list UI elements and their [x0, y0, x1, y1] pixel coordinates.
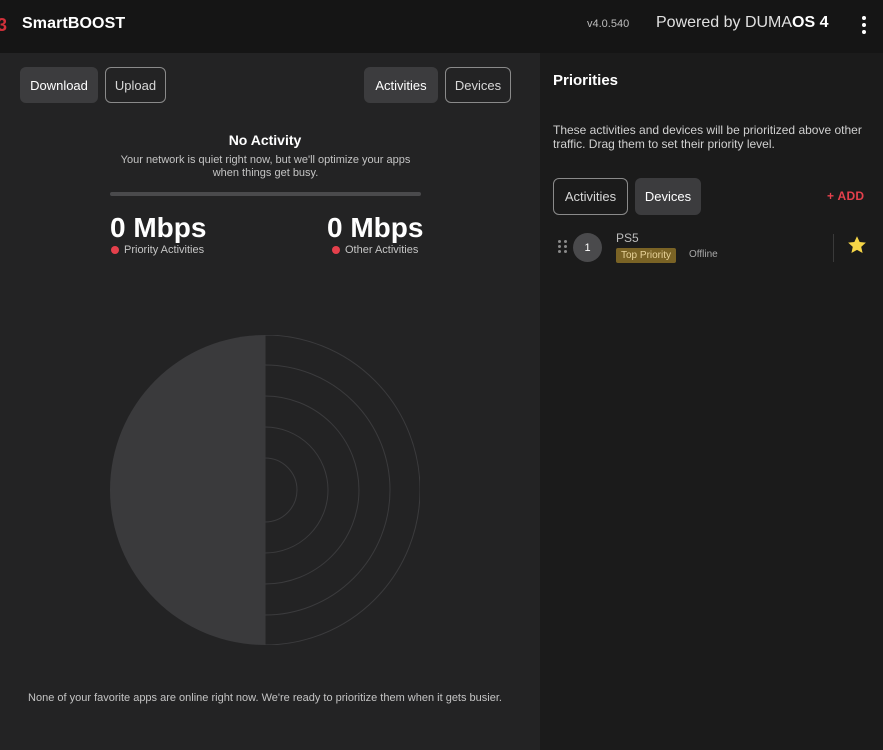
radar-right-half — [264, 335, 420, 645]
activities-view-button[interactable]: Activities — [364, 67, 438, 103]
priorities-panel: Priorities These activities and devices … — [540, 53, 883, 750]
traffic-panel: Download Upload Activities Devices No Ac… — [0, 53, 540, 750]
priorities-description: These activities and devices will be pri… — [553, 123, 862, 151]
priority-legend-label: Priority Activities — [124, 244, 205, 256]
status-title: No Activity — [228, 132, 302, 148]
version-label: v4.0.540 — [587, 18, 630, 30]
download-button[interactable]: Download — [20, 67, 98, 103]
device-status: Offline — [689, 249, 718, 260]
priority-rank-badge: 1 — [573, 233, 602, 262]
priorities-tab-devices[interactable]: Devices — [635, 178, 701, 215]
other-legend-label: Other Activities — [345, 244, 419, 256]
powered-by-prefix: Powered by — [656, 14, 745, 31]
top-priority-badge: Top Priority — [616, 248, 677, 263]
status-description: Your network is quiet right now, but we'… — [120, 154, 411, 179]
kebab-menu-icon[interactable] — [856, 14, 872, 36]
drag-handle-icon[interactable] — [558, 240, 568, 254]
favorite-star-icon[interactable] — [846, 234, 868, 256]
priority-legend: Priority Activities — [111, 244, 204, 256]
priorities-title: Priorities — [553, 72, 619, 89]
other-dot-icon — [332, 246, 340, 254]
brand-name-bold: OS 4 — [792, 14, 829, 31]
powered-by-label: Powered by DUMAOS 4 — [656, 14, 829, 32]
usage-bar — [110, 192, 421, 196]
priorities-tab-activities[interactable]: Activities — [553, 178, 628, 215]
device-name: PS5 — [616, 231, 639, 245]
app-title: SmartBOOST — [22, 15, 126, 32]
row-divider — [833, 234, 834, 262]
radar-left-half — [110, 335, 265, 645]
priority-list-item[interactable]: 1 PS5 Top Priority Offline — [540, 224, 883, 270]
top-bar: 3 SmartBOOST v4.0.540 Powered by DUMAOS … — [0, 0, 883, 53]
devices-view-button[interactable]: Devices — [445, 67, 511, 103]
priority-dot-icon — [111, 246, 119, 254]
brand-name-thin: DUMA — [744, 14, 793, 31]
app-logo-icon: 3 — [0, 15, 8, 35]
add-priority-button[interactable]: + ADD — [827, 189, 864, 203]
other-legend: Other Activities — [332, 244, 418, 256]
traffic-radar-chart — [110, 335, 420, 645]
favorites-offline-note: None of your favorite apps are online ri… — [28, 692, 502, 704]
upload-button[interactable]: Upload — [105, 67, 166, 103]
priority-throughput: 0 Mbps — [110, 212, 207, 243]
other-throughput: 0 Mbps — [327, 212, 424, 243]
